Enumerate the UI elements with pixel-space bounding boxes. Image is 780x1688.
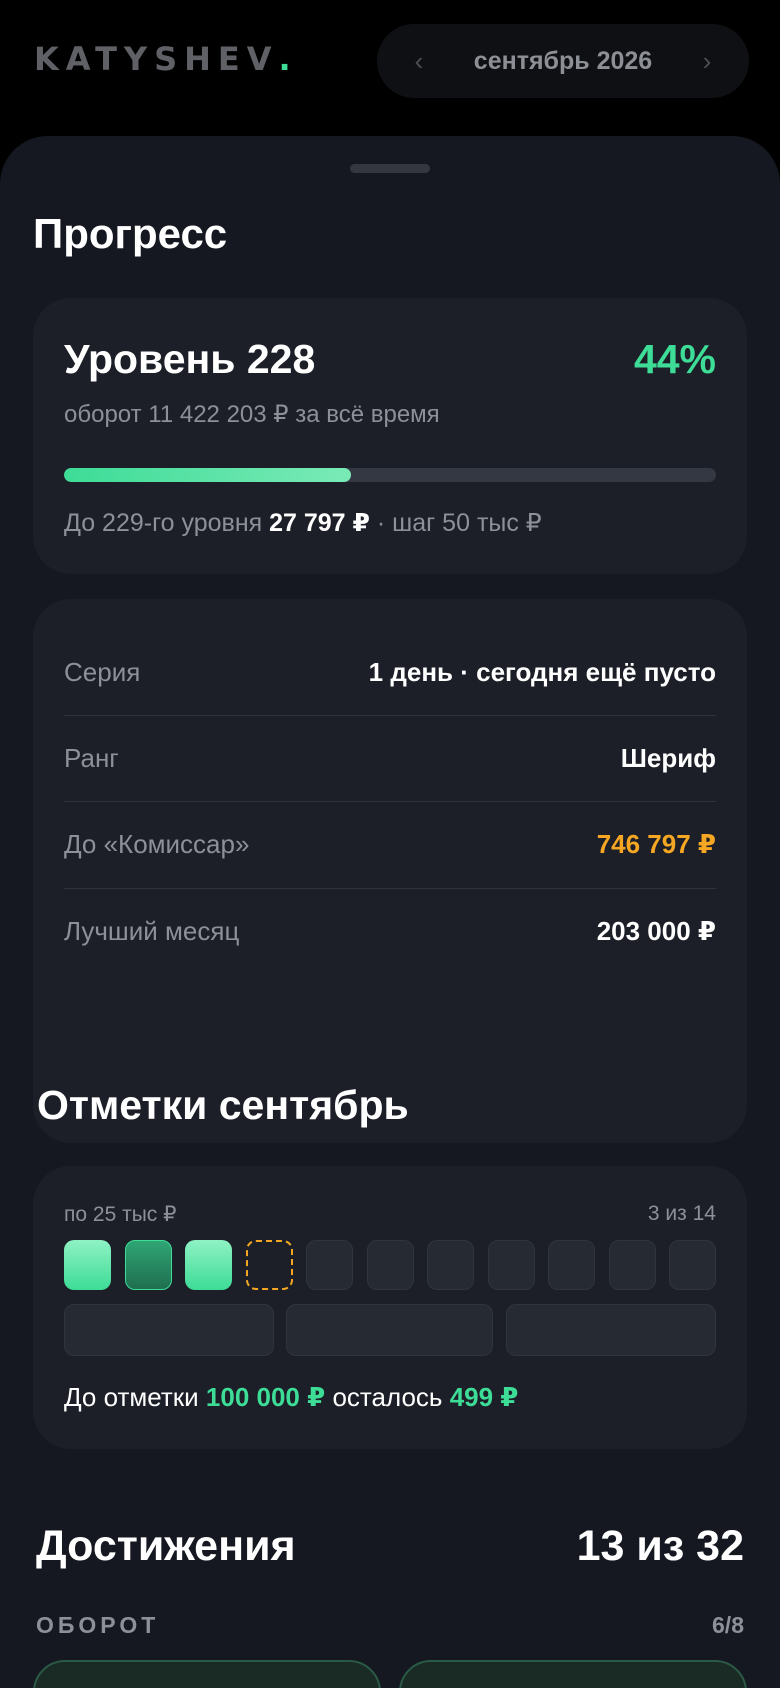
stat-label: Серия [64, 656, 141, 687]
mark-tile-next [245, 1240, 293, 1290]
level-progress-fill [64, 468, 351, 482]
marks-footer-text: До отметки 100 000 ₽ осталось 499 ₽ [64, 1382, 518, 1413]
mark-tile-off [306, 1240, 353, 1290]
next-level-text: До 229-го уровня 27 797 ₽ · шаг 50 тыс ₽ [64, 508, 542, 538]
marks-section-title: Отметки сентябрь [37, 1082, 409, 1128]
mark-tile-on [64, 1240, 111, 1290]
mark-tile-off [669, 1240, 716, 1290]
chevron-right-icon[interactable]: › [695, 48, 719, 74]
stat-label: Лучший месяц [64, 915, 240, 946]
marks-foot-prefix: До отметки [64, 1382, 199, 1412]
month-switcher: ‹ сентябрь 2026 › [377, 24, 749, 98]
progress-section-title: Прогресс [33, 210, 228, 257]
achievement-card[interactable] [33, 1660, 381, 1688]
category-count: 6/8 [712, 1612, 744, 1638]
logo-text: KATYSHEV [34, 40, 279, 78]
logo: KATYSHEV. [34, 40, 291, 78]
next-level-suffix: · шаг 50 тыс ₽ [376, 509, 542, 537]
stat-row-rank: Ранг Шериф [64, 715, 716, 801]
achievements-count: 13 из 32 [576, 1522, 744, 1570]
next-level-prefix: До 229-го уровня [64, 509, 263, 537]
level-card: Уровень 228 44% оборот 11 422 203 ₽ за в… [33, 298, 747, 574]
achievements-header: Достижения 13 из 32 [36, 1522, 744, 1571]
sheet-drag-handle[interactable] [350, 164, 430, 173]
stat-row-streak: Серия 1 день · сегодня ещё пусто [64, 629, 716, 715]
chevron-left-icon[interactable]: ‹ [407, 48, 431, 74]
mark-tile-off [608, 1240, 656, 1290]
logo-dot: . [278, 40, 291, 78]
mark-tile-off [427, 1240, 474, 1290]
stat-value: 746 797 ₽ [596, 828, 716, 859]
mark-tile-on [185, 1240, 232, 1290]
mark-tile-off [487, 1240, 535, 1290]
level-percent: 44% [633, 336, 716, 382]
next-level-amount: 27 797 ₽ [269, 509, 370, 537]
mark-tile-on-dark [124, 1240, 172, 1290]
mark-tile-large [64, 1304, 274, 1356]
category-label: ОБОРОТ [36, 1612, 160, 1638]
marks-tiles [64, 1240, 716, 1290]
marks-header: по 25 тыс ₽ 3 из 14 [64, 1202, 716, 1227]
level-title: Уровень 228 [64, 336, 316, 382]
stat-value: 203 000 ₽ [596, 915, 716, 946]
marks-foot-remaining: 499 ₽ [449, 1382, 519, 1412]
mark-tile-off [366, 1240, 414, 1290]
level-progress-bar [64, 468, 716, 482]
stat-value: 1 день · сегодня ещё пусто [368, 656, 716, 687]
mark-tile-large [286, 1304, 493, 1356]
stat-row-best-month: Лучший месяц 203 000 ₽ [64, 888, 716, 974]
stats-card: Серия 1 день · сегодня ещё пусто Ранг Ше… [33, 599, 747, 1143]
turnover-text: оборот 11 422 203 ₽ за всё время [64, 401, 440, 428]
top-bar: KATYSHEV. ‹ сентябрь 2026 › [0, 0, 780, 135]
achievement-card[interactable] [399, 1660, 747, 1688]
mark-tile-large [506, 1304, 716, 1356]
stat-value: Шериф [620, 742, 716, 773]
stat-label: До «Комиссар» [64, 828, 250, 859]
marks-foot-target: 100 000 ₽ [205, 1382, 326, 1412]
achievements-title: Достижения [36, 1522, 296, 1570]
bottom-sheet: Прогресс Уровень 228 44% оборот 11 422 2… [0, 136, 780, 1688]
achievement-category-header: ОБОРОТ 6/8 [36, 1612, 744, 1639]
stat-label: Ранг [64, 742, 119, 773]
month-label[interactable]: сентябрь 2026 [474, 47, 652, 76]
marks-step-label: по 25 тыс ₽ [64, 1203, 177, 1226]
marks-foot-middle: осталось [332, 1382, 443, 1412]
mark-tile-off [548, 1240, 595, 1290]
stat-row-next-rank: До «Комиссар» 746 797 ₽ [64, 801, 716, 887]
marks-card: по 25 тыс ₽ 3 из 14 До отметки 100 000 ₽… [33, 1166, 747, 1449]
marks-count-label: 3 из 14 [647, 1202, 716, 1225]
